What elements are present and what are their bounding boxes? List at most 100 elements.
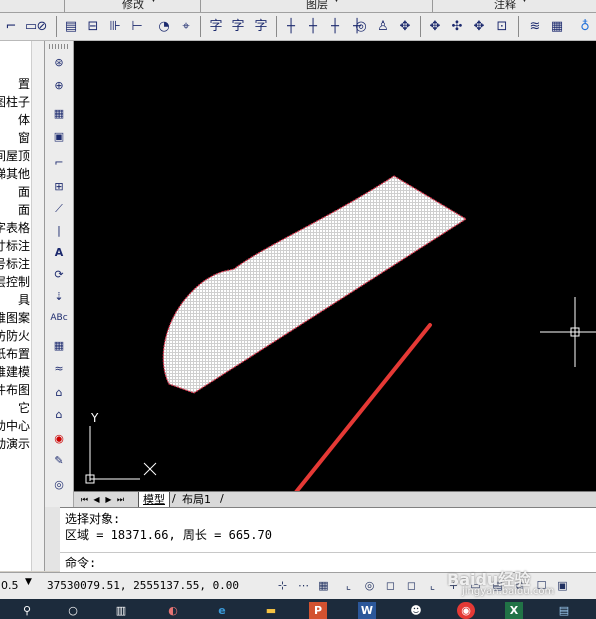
menu-item-dimension[interactable]: 尺寸标注 bbox=[0, 239, 30, 253]
circle-icon[interactable]: ◎ bbox=[352, 17, 370, 35]
polar-icon[interactable]: ⌞ bbox=[341, 578, 356, 593]
command-window-grip[interactable] bbox=[45, 507, 60, 571]
menu-item-columns[interactable]: 图柱子 bbox=[0, 95, 30, 109]
grid-b-icon[interactable]: ┼ bbox=[304, 17, 322, 35]
menu-modify[interactable]: 修改 bbox=[122, 0, 144, 12]
orbit-icon[interactable]: ✣ bbox=[448, 17, 466, 35]
dyn-icon[interactable]: ⌞ bbox=[425, 578, 440, 593]
menu-layer[interactable]: 图层 bbox=[306, 0, 328, 12]
toolbar-grip[interactable] bbox=[49, 44, 69, 49]
hatched-region[interactable] bbox=[162, 175, 468, 394]
grid-display-icon[interactable]: ⋯ bbox=[296, 578, 311, 593]
edge-icon[interactable]: e bbox=[213, 602, 231, 619]
camera-icon[interactable]: ⊛ bbox=[50, 53, 68, 71]
image-icon[interactable]: ▣ bbox=[50, 127, 68, 145]
grid-icon[interactable]: ▦ bbox=[50, 336, 68, 354]
menu-item-section[interactable]: 面 bbox=[18, 203, 30, 217]
tab-model[interactable]: 模型 bbox=[138, 492, 170, 507]
hatch-icon[interactable]: ⊘ bbox=[33, 17, 51, 35]
menu-item-other[interactable]: 它 bbox=[18, 401, 30, 415]
house-icon[interactable]: ⌂ bbox=[50, 405, 68, 423]
node-icon[interactable]: ⌖ bbox=[177, 17, 195, 35]
menu-item-windows[interactable]: 窗 bbox=[18, 131, 30, 145]
elevation-icon[interactable]: ⟋ bbox=[50, 199, 68, 217]
grid-c-icon[interactable]: ┼ bbox=[326, 17, 344, 35]
arc-icon[interactable]: ◔ bbox=[155, 17, 173, 35]
menu-item-3d-model[interactable]: 三维建模 bbox=[0, 365, 30, 379]
snap-icon[interactable]: ⊹ bbox=[275, 578, 290, 593]
excel-icon[interactable]: X bbox=[505, 602, 523, 619]
dimension-z-icon[interactable]: ⇣ bbox=[50, 287, 68, 305]
view-icon[interactable]: ◎ bbox=[50, 475, 68, 493]
table-icon[interactable]: ▦ bbox=[50, 104, 68, 122]
grid-a-icon[interactable]: ┼ bbox=[282, 17, 300, 35]
zoom-icon[interactable]: ✥ bbox=[470, 17, 488, 35]
first-tab-arrow-icon[interactable]: ⏮ bbox=[79, 494, 90, 505]
stair-icon[interactable]: ⌐ bbox=[50, 153, 68, 171]
person-icon[interactable]: ♙ bbox=[374, 17, 392, 35]
window-icon[interactable]: ⊞ bbox=[50, 177, 68, 195]
view-icon[interactable]: ⊡ bbox=[493, 17, 511, 35]
tab-layout1[interactable]: 布局1 bbox=[178, 492, 215, 507]
next-tab-arrow-icon[interactable]: ▶ bbox=[103, 494, 114, 505]
layer-icon[interactable]: ▤ bbox=[62, 17, 80, 35]
remote-desktop-icon[interactable]: ▤ bbox=[555, 602, 573, 619]
eye-icon[interactable]: ◉ bbox=[50, 429, 68, 447]
bulb-icon[interactable]: ♁ bbox=[576, 17, 594, 35]
pencil-icon[interactable]: ✎ bbox=[50, 451, 68, 469]
menu-item-stairs[interactable]: 楼梯其他 bbox=[0, 167, 30, 181]
ortho-icon[interactable]: ▦ bbox=[316, 578, 331, 593]
text-icon[interactable]: 字 bbox=[229, 17, 247, 35]
move-icon[interactable]: ✥ bbox=[396, 17, 414, 35]
menu-item-fire[interactable]: 消防防火 bbox=[0, 329, 30, 343]
search-icon[interactable]: ⚲ bbox=[18, 602, 36, 619]
prev-tab-arrow-icon[interactable]: ◀ bbox=[91, 494, 102, 505]
font-icon[interactable]: 字 bbox=[252, 17, 270, 35]
menu-item-rooms[interactable]: 房间屋顶 bbox=[0, 149, 30, 163]
scale-value[interactable]: 0.5 bbox=[1, 579, 19, 592]
task-view-icon[interactable]: ▥ bbox=[112, 602, 130, 619]
workspace-icon[interactable]: ▣ bbox=[555, 578, 570, 593]
drawing-area[interactable]: Y bbox=[74, 41, 596, 519]
abc-icon[interactable]: ABc bbox=[50, 309, 68, 327]
cortana-icon[interactable]: ○ bbox=[64, 602, 82, 619]
menu-item-settings[interactable]: 置 bbox=[18, 77, 30, 91]
menu-item-3d-pattern[interactable]: 三维图案 bbox=[0, 311, 30, 325]
wave-icon[interactable]: ≈ bbox=[50, 359, 68, 377]
text-a-icon[interactable]: A bbox=[50, 243, 68, 261]
dimension-icon[interactable]: ⊟ bbox=[84, 17, 102, 35]
menu-annotate[interactable]: 注释 bbox=[494, 0, 516, 12]
align-icon[interactable]: ⊪ bbox=[106, 17, 124, 35]
menu-item-demo[interactable]: 动演示 bbox=[0, 437, 30, 451]
menu-item-layer-control[interactable]: 图层控制 bbox=[0, 275, 30, 289]
word-icon[interactable]: W bbox=[358, 602, 376, 619]
zoom-window-icon[interactable]: ⊕ bbox=[50, 76, 68, 94]
file-explorer-icon[interactable]: ▬ bbox=[262, 602, 280, 619]
qq-icon[interactable]: ☻ bbox=[407, 602, 425, 619]
menu-item-layout[interactable]: 图纸布置 bbox=[0, 347, 30, 361]
stack-icon[interactable]: ≋ bbox=[526, 17, 544, 35]
menu-item-elevation[interactable]: 面 bbox=[18, 185, 30, 199]
measure-icon[interactable]: ⊢ bbox=[128, 17, 146, 35]
scale-dropdown-icon[interactable]: ▼ bbox=[25, 577, 32, 587]
polyline-icon[interactable]: ⌐ bbox=[2, 17, 20, 35]
ucs-toggle-icon[interactable]: ◻ bbox=[404, 578, 419, 593]
powerpoint-icon[interactable]: P bbox=[309, 602, 327, 619]
netease-music-icon[interactable]: ◉ bbox=[457, 602, 475, 619]
browser-icon[interactable]: ◐ bbox=[164, 602, 182, 619]
line-icon[interactable]: | bbox=[50, 221, 68, 239]
command-prompt[interactable]: 命令: bbox=[65, 556, 96, 571]
layers-icon[interactable]: ▦ bbox=[548, 17, 566, 35]
pan-icon[interactable]: ✥ bbox=[426, 17, 444, 35]
panel-scrollbar[interactable] bbox=[31, 41, 44, 571]
menu-item-tools[interactable]: 具 bbox=[18, 293, 30, 307]
menu-item-symbol[interactable]: 符号标注 bbox=[0, 257, 30, 271]
last-tab-arrow-icon[interactable]: ⏭ bbox=[115, 494, 126, 505]
menu-item-file-layout[interactable]: 文件布图 bbox=[0, 383, 30, 397]
rotate-icon[interactable]: ⟳ bbox=[50, 265, 68, 283]
door-icon[interactable]: ⌂ bbox=[50, 383, 68, 401]
menu-item-walls[interactable]: 体 bbox=[18, 113, 30, 127]
menu-item-text-table[interactable]: 文字表格 bbox=[0, 221, 30, 235]
otrack-icon[interactable]: ◻ bbox=[383, 578, 398, 593]
text-style-icon[interactable]: 字 bbox=[207, 17, 225, 35]
